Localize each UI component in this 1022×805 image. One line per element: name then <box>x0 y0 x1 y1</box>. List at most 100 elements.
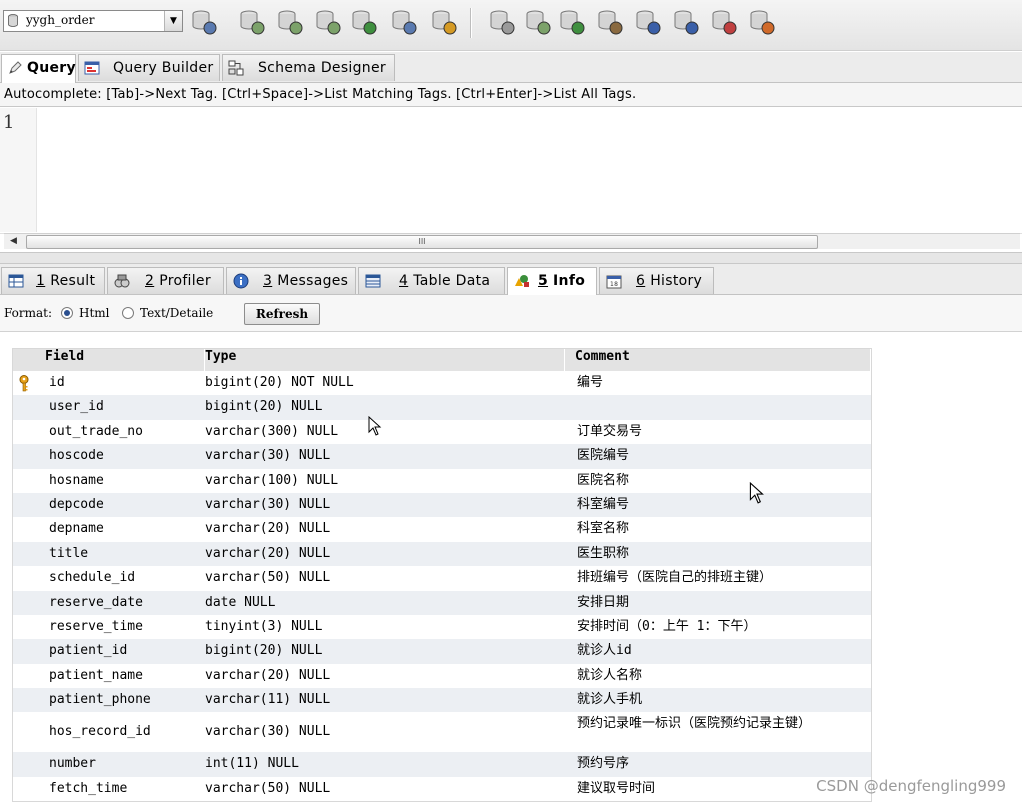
cell-comment: 科室名称 <box>577 521 630 537</box>
table-row[interactable]: hoscode varchar(30) NULL 医院编号 <box>13 444 871 469</box>
table-row[interactable]: hosname varchar(100) NULL 医院名称 <box>13 469 871 493</box>
tab-profiler[interactable]: 2 Profiler <box>107 267 224 294</box>
create-database-icon[interactable] <box>238 8 266 36</box>
table-grid-icon[interactable] <box>430 8 458 36</box>
splitter[interactable] <box>0 252 1022 264</box>
header-type: Type <box>195 349 565 371</box>
line-gutter: 1 <box>0 108 37 232</box>
tab-result[interactable]: 1 Result <box>1 267 105 294</box>
cell-comment: 就诊人id <box>577 643 632 659</box>
cell-type: varchar(30) NULL <box>205 448 331 464</box>
cell-type: varchar(50) NULL <box>205 570 331 586</box>
query-builder-icon <box>84 61 100 75</box>
chevron-down-icon[interactable]: ▼ <box>164 11 182 31</box>
sync-icon[interactable] <box>558 8 586 36</box>
table-data-icon <box>365 274 381 288</box>
window-icon[interactable] <box>710 8 738 36</box>
cell-field: schedule_id <box>49 570 136 586</box>
table-header: Field Type Comment <box>13 349 871 371</box>
cell-comment: 医院编号 <box>577 448 630 464</box>
query-icon[interactable] <box>488 8 516 36</box>
cell-type: bigint(20) NULL <box>205 399 323 415</box>
scroll-left-icon[interactable]: ◀ <box>10 234 17 249</box>
cell-comment: 预约记录唯一标识（医院预约记录主键） <box>577 716 812 732</box>
refresh-icon[interactable] <box>524 8 552 36</box>
primary-key-icon <box>19 375 29 392</box>
tab-query[interactable]: Query <box>1 54 76 83</box>
cell-comment: 就诊人名称 <box>577 667 643 683</box>
format-text-radio[interactable] <box>122 307 134 319</box>
cell-comment: 就诊人手机 <box>577 692 643 708</box>
table-row[interactable]: patient_phone varchar(11) NULL 就诊人手机 <box>13 688 871 713</box>
schema-designer-icon <box>228 60 244 76</box>
shapes-info-icon <box>515 275 529 287</box>
query-editor[interactable]: 1 <box>0 108 1022 234</box>
info-table: Field Type Comment id bigint(20) NOT NULL… <box>12 348 872 803</box>
svg-text:18: 18 <box>610 281 618 288</box>
scroll-thumb[interactable]: III <box>26 235 818 249</box>
tab-query-builder[interactable]: Query Builder <box>78 54 220 81</box>
cell-comment: 医生职称 <box>577 545 630 561</box>
cell-comment: 科室编号 <box>577 496 630 512</box>
refresh-button[interactable]: Refresh <box>244 303 320 325</box>
backup-icon[interactable] <box>314 8 342 36</box>
form-icon[interactable] <box>748 8 776 36</box>
table-row[interactable]: reserve_date date NULL 安排日期 <box>13 590 871 615</box>
table-row[interactable]: fetch_time varchar(50) NULL 建议取号时间 <box>13 777 871 801</box>
table-row[interactable]: number int(11) NULL 预约号序 <box>13 752 871 777</box>
cell-type: varchar(30) NULL <box>205 496 331 512</box>
cell-field: reserve_time <box>49 618 143 634</box>
table-row[interactable]: patient_name varchar(20) NULL 就诊人名称 <box>13 664 871 688</box>
result-tab-strip: 1 Result 2 Profiler 3 Messages 4 Table Data … <box>0 264 1022 295</box>
watermark: CSDN @dengfengling999 <box>816 777 1006 795</box>
format-html-label[interactable]: Html <box>79 306 110 320</box>
table-row[interactable]: depcode varchar(30) NULL 科室编号 <box>13 492 871 518</box>
tab-info[interactable]: 5 Info <box>507 267 597 295</box>
format-text-label[interactable]: Text/Detaile <box>140 306 232 320</box>
cell-field: patient_name <box>49 667 143 683</box>
main-toolbar: yygh_order ▼ <box>0 0 1022 51</box>
info-pane: Field Type Comment id bigint(20) NOT NULL… <box>0 332 1022 805</box>
cell-type: bigint(20) NOT NULL <box>205 375 354 390</box>
table-row[interactable]: schedule_id varchar(50) NULL 排班编号（医院自己的排班主… <box>13 566 871 590</box>
cell-field: title <box>49 545 89 561</box>
tab-schema-designer[interactable]: Schema Designer <box>222 54 395 81</box>
table-row[interactable]: hos_record_id varchar(30) NULL 预约记录唯一标识（医院… <box>13 712 871 752</box>
new-table-icon[interactable] <box>276 8 304 36</box>
import-icon[interactable] <box>350 8 378 36</box>
tab-table-data[interactable]: 4 Table Data <box>358 267 505 294</box>
table-row[interactable]: user_id bigint(20) NULL <box>13 395 871 420</box>
cell-field: fetch_time <box>49 780 128 796</box>
schema-icon[interactable] <box>390 8 418 36</box>
result-grid-icon <box>8 274 24 288</box>
cell-field: depcode <box>49 496 104 512</box>
cell-field: reserve_date <box>49 594 143 610</box>
migrate-icon[interactable] <box>634 8 662 36</box>
database-select[interactable]: yygh_order ▼ <box>3 10 183 32</box>
editor-horizontal-scrollbar[interactable]: ◀ III <box>4 233 1020 249</box>
tab-messages-label: Messages <box>277 273 349 289</box>
table-row[interactable]: out_trade_no varchar(300) NULL 订单交易号 <box>13 420 871 444</box>
table-row[interactable]: reserve_time tinyint(3) NULL 安排时间（0：上午 1：下… <box>13 615 871 639</box>
mouse-cursor-icon <box>368 416 382 436</box>
table-row[interactable]: patient_id bigint(20) NULL 就诊人id <box>13 639 871 664</box>
profiler-icon <box>114 274 130 288</box>
user-manager-icon[interactable] <box>190 8 218 36</box>
table-row[interactable]: id bigint(20) NOT NULL 编号 <box>13 371 871 395</box>
cell-field: patient_phone <box>49 692 151 708</box>
calendar-icon: 18 <box>606 275 622 289</box>
cell-field: hoscode <box>49 448 104 464</box>
tab-query-label: Query <box>27 60 76 76</box>
line-number: 1 <box>3 112 15 133</box>
tab-history[interactable]: 18 6 History <box>599 267 714 294</box>
table-row[interactable]: title varchar(20) NULL 医生职称 <box>13 541 871 567</box>
tab-history-label: History <box>650 273 703 289</box>
cell-type: bigint(20) NULL <box>205 643 323 659</box>
tab-result-num: 1 <box>36 273 46 289</box>
tab-messages[interactable]: 3 Messages <box>226 267 356 294</box>
database-name: yygh_order <box>26 13 95 27</box>
copy-icon[interactable] <box>596 8 624 36</box>
format-html-radio[interactable] <box>61 307 73 319</box>
table-row[interactable]: depname varchar(20) NULL 科室名称 <box>13 517 871 541</box>
report-icon[interactable] <box>672 8 700 36</box>
